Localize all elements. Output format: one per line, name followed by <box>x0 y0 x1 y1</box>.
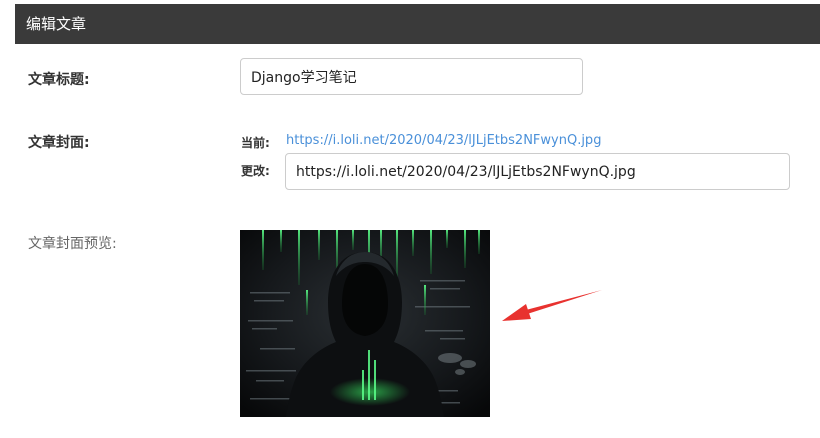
title-input[interactable] <box>240 58 583 95</box>
change-cover-label: 更改: <box>241 164 270 178</box>
cover-preview-image <box>240 230 490 417</box>
current-cover-label: 当前: <box>241 136 270 150</box>
page-header: 编辑文章 <box>15 4 820 44</box>
cover-preview-label: 文章封面预览: <box>28 236 117 252</box>
arrow-annotation-icon <box>502 290 602 321</box>
title-label: 文章标题: <box>28 72 90 88</box>
cover-label: 文章封面: <box>28 135 90 151</box>
page-title: 编辑文章 <box>26 15 87 33</box>
current-cover-link[interactable]: https://i.loli.net/2020/04/23/lJLjEtbs2N… <box>286 133 601 148</box>
cover-url-input[interactable] <box>285 153 790 190</box>
